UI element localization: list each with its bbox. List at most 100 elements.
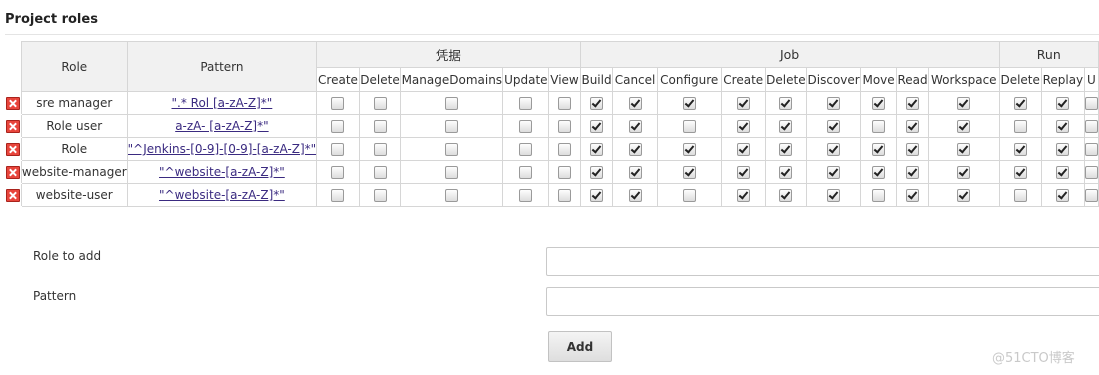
permission-checkbox[interactable] — [827, 143, 841, 156]
permission-checkbox[interactable] — [1056, 189, 1070, 202]
permission-checkbox[interactable] — [519, 120, 533, 133]
permission-checkbox[interactable] — [736, 97, 750, 110]
permission-checkbox[interactable] — [1056, 120, 1070, 133]
permission-checkbox[interactable] — [906, 97, 920, 110]
permission-checkbox[interactable] — [957, 143, 971, 156]
permission-checkbox[interactable] — [957, 166, 971, 179]
permission-checkbox[interactable] — [590, 120, 604, 133]
permission-checkbox[interactable] — [736, 120, 750, 133]
role-pattern-link[interactable]: "^website-[a-zA-Z]*" — [159, 188, 285, 202]
permission-checkbox[interactable] — [1056, 143, 1070, 156]
permission-checkbox[interactable] — [1013, 143, 1027, 156]
permission-checkbox[interactable] — [519, 166, 533, 179]
permission-checkbox[interactable] — [519, 97, 533, 110]
delete-role-icon[interactable] — [5, 189, 20, 202]
permission-checkbox[interactable] — [373, 120, 387, 133]
permission-checkbox[interactable] — [1013, 166, 1027, 179]
permission-checkbox[interactable] — [1085, 120, 1098, 133]
permission-checkbox[interactable] — [590, 143, 604, 156]
permission-checkbox[interactable] — [779, 97, 793, 110]
permission-checkbox[interactable] — [682, 143, 696, 156]
permission-checkbox[interactable] — [557, 189, 571, 202]
permission-checkbox[interactable] — [557, 120, 571, 133]
permission-checkbox[interactable] — [628, 166, 642, 179]
permission-checkbox[interactable] — [557, 143, 571, 156]
permission-checkbox[interactable] — [373, 143, 387, 156]
permission-checkbox[interactable] — [590, 189, 604, 202]
permission-checkbox[interactable] — [872, 120, 886, 133]
permission-checkbox[interactable] — [331, 189, 345, 202]
permission-checkbox[interactable] — [872, 143, 886, 156]
permission-checkbox[interactable] — [557, 166, 571, 179]
permission-checkbox[interactable] — [519, 143, 533, 156]
permission-checkbox[interactable] — [779, 143, 793, 156]
permission-checkbox[interactable] — [906, 166, 920, 179]
permission-checkbox[interactable] — [682, 120, 696, 133]
role-to-add-input[interactable] — [546, 247, 1099, 276]
permission-checkbox[interactable] — [682, 166, 696, 179]
permission-checkbox[interactable] — [779, 189, 793, 202]
permission-checkbox[interactable] — [628, 97, 642, 110]
permission-checkbox[interactable] — [906, 120, 920, 133]
permission-checkbox[interactable] — [682, 189, 696, 202]
permission-checkbox[interactable] — [331, 97, 345, 110]
permission-checkbox[interactable] — [1013, 97, 1027, 110]
role-pattern-link[interactable]: "^Jenkins-[0-9]-[0-9]-[a-zA-Z]*" — [128, 142, 316, 156]
permission-checkbox[interactable] — [827, 166, 841, 179]
permission-checkbox[interactable] — [373, 97, 387, 110]
permission-checkbox[interactable] — [736, 143, 750, 156]
role-pattern-link[interactable]: "^website-[a-zA-Z]*" — [159, 165, 285, 179]
role-name: Role — [20, 137, 128, 161]
permission-checkbox[interactable] — [1056, 166, 1070, 179]
permission-checkbox[interactable] — [957, 189, 971, 202]
permission-checkbox[interactable] — [957, 97, 971, 110]
permission-checkbox[interactable] — [906, 143, 920, 156]
permission-checkbox[interactable] — [827, 189, 841, 202]
permission-checkbox[interactable] — [628, 120, 642, 133]
permission-checkbox[interactable] — [628, 189, 642, 202]
delete-role-icon[interactable] — [5, 166, 20, 179]
permission-checkbox[interactable] — [682, 97, 696, 110]
permission-checkbox[interactable] — [590, 166, 604, 179]
permission-checkbox[interactable] — [628, 143, 642, 156]
permission-checkbox[interactable] — [331, 166, 345, 179]
delete-role-icon[interactable] — [5, 96, 20, 110]
permission-checkbox[interactable] — [1085, 189, 1098, 202]
permission-checkbox[interactable] — [1013, 120, 1027, 133]
pattern-input[interactable] — [546, 287, 1099, 316]
permission-checkbox[interactable] — [1085, 166, 1098, 179]
permission-checkbox[interactable] — [445, 97, 459, 110]
permission-checkbox[interactable] — [1085, 143, 1098, 156]
permission-checkbox[interactable] — [1013, 189, 1027, 202]
permission-checkbox[interactable] — [736, 166, 750, 179]
permission-checkbox[interactable] — [827, 97, 841, 110]
add-button[interactable]: Add — [548, 331, 612, 362]
permission-checkbox[interactable] — [827, 120, 841, 133]
role-pattern-link[interactable]: ".* Rol [a-zA-Z]*" — [172, 96, 273, 110]
permission-checkbox[interactable] — [331, 120, 345, 133]
permission-checkbox[interactable] — [736, 189, 750, 202]
permission-checkbox[interactable] — [445, 189, 459, 202]
permission-checkbox[interactable] — [872, 97, 886, 110]
permission-checkbox[interactable] — [779, 166, 793, 179]
permission-checkbox[interactable] — [872, 166, 886, 179]
permission-checkbox[interactable] — [957, 120, 971, 133]
permission-checkbox[interactable] — [445, 166, 459, 179]
delete-role-icon[interactable] — [5, 120, 20, 133]
permission-header: U — [1083, 67, 1099, 92]
permission-checkbox[interactable] — [590, 97, 604, 110]
role-pattern-link[interactable]: a-zA- [a-zA-Z]*" — [175, 119, 268, 133]
permission-checkbox[interactable] — [906, 189, 920, 202]
permission-checkbox[interactable] — [331, 143, 345, 156]
permission-checkbox[interactable] — [373, 189, 387, 202]
permission-checkbox[interactable] — [1056, 97, 1070, 110]
permission-checkbox[interactable] — [779, 120, 793, 133]
delete-role-icon[interactable] — [5, 143, 20, 156]
permission-checkbox[interactable] — [519, 189, 533, 202]
permission-checkbox[interactable] — [373, 166, 387, 179]
permission-checkbox[interactable] — [445, 120, 459, 133]
permission-checkbox[interactable] — [872, 189, 886, 202]
permission-checkbox[interactable] — [1085, 97, 1098, 110]
permission-checkbox[interactable] — [445, 143, 459, 156]
permission-checkbox[interactable] — [557, 97, 571, 110]
